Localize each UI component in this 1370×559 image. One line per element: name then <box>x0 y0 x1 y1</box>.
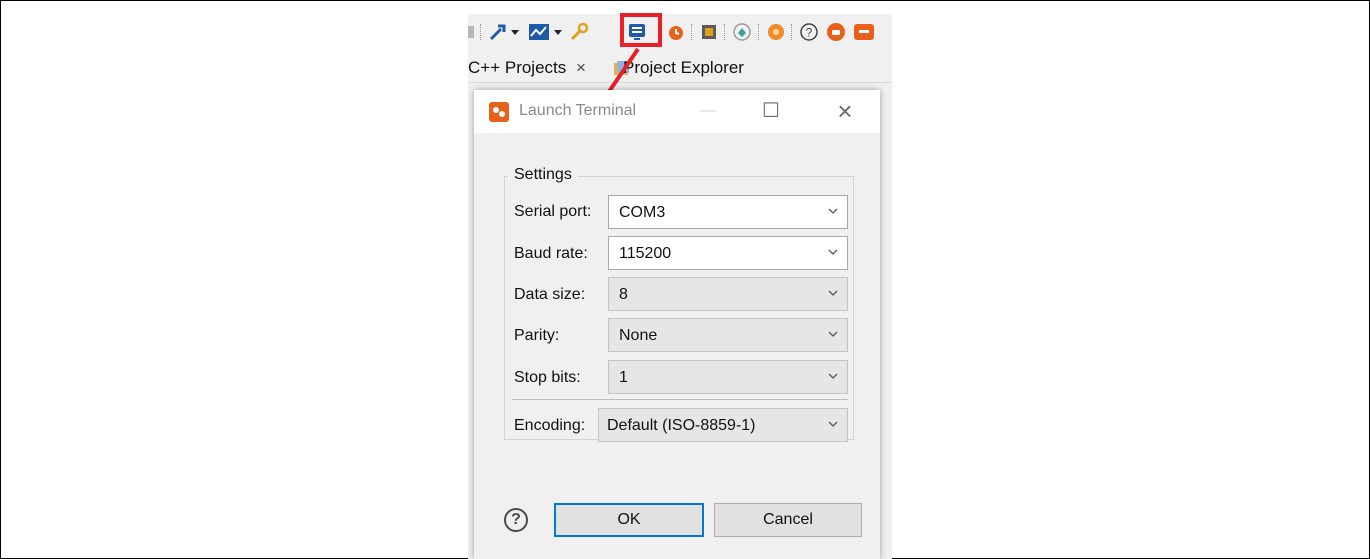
ok-button[interactable]: OK <box>554 503 704 537</box>
launch-terminal-dialog: Launch Terminal — ☐ × Settings Serial po… <box>474 90 880 559</box>
stop-bits-select[interactable]: 1 <box>608 360 848 394</box>
stop-bits-value: 1 <box>619 369 628 386</box>
baud-rate-label: Baud rate: <box>514 245 588 262</box>
app-logo-icon <box>489 102 509 122</box>
help-button[interactable]: ? <box>504 508 528 532</box>
close-button[interactable]: × <box>830 96 860 126</box>
parity-value: None <box>619 327 658 344</box>
parity-label: Parity: <box>514 327 560 344</box>
cancel-button[interactable]: Cancel <box>714 503 862 537</box>
chevron-down-icon <box>828 249 838 255</box>
minimize-button[interactable]: — <box>693 96 723 126</box>
chevron-down-icon <box>828 373 838 379</box>
baud-rate-value: 115200 <box>619 245 672 262</box>
stop-bits-label: Stop bits: <box>514 369 581 386</box>
encoding-label: Encoding: <box>514 417 586 434</box>
chevron-down-icon <box>828 331 838 337</box>
chevron-down-icon <box>828 290 838 296</box>
dialog-titlebar: Launch Terminal — ☐ × <box>474 90 880 133</box>
data-size-value: 8 <box>619 286 628 303</box>
data-size-select[interactable]: 8 <box>608 277 848 311</box>
encoding-value: Default (ISO-8859-1) <box>607 417 756 434</box>
data-size-label: Data size: <box>514 286 586 303</box>
serial-port-select[interactable]: COM3 <box>608 195 848 229</box>
maximize-button[interactable]: ☐ <box>756 96 786 126</box>
serial-port-value: COM3 <box>619 204 666 221</box>
settings-divider <box>512 399 848 400</box>
chevron-down-icon <box>828 208 838 214</box>
parity-select[interactable]: None <box>608 318 848 352</box>
dialog-title: Launch Terminal <box>519 102 637 119</box>
settings-group-label: Settings <box>508 166 578 184</box>
chevron-down-icon <box>828 421 838 427</box>
serial-port-label: Serial port: <box>514 203 592 220</box>
baud-rate-select[interactable]: 115200 <box>608 236 848 270</box>
encoding-select[interactable]: Default (ISO-8859-1) <box>598 408 848 442</box>
